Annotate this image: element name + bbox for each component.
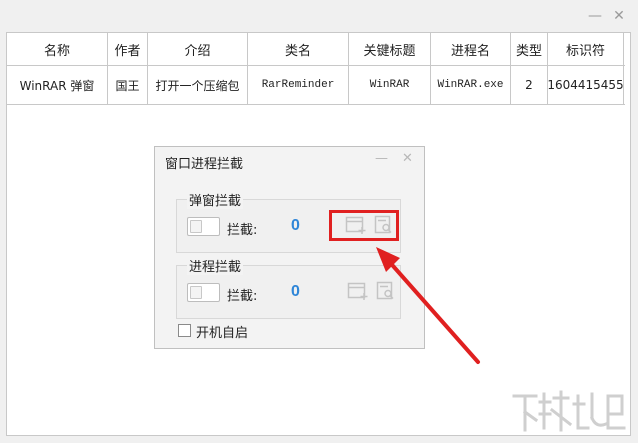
process-intercept-group: 进程拦截 拦截: 0 [176,256,401,319]
cell-name: WinRAR 弹窗 [7,66,108,104]
highlight-box [329,210,399,241]
column-header-description[interactable]: 介绍 [148,33,248,65]
window-process-intercept-dialog: 窗口进程拦截 — ✕ 弹窗拦截 拦截: 0 进程拦截 拦截: 0 开机自启 [154,146,425,349]
column-header-process-name[interactable]: 进程名 [431,33,511,65]
cell-type: 2 [511,66,548,104]
column-header-key-title[interactable]: 关键标题 [349,33,431,65]
column-header-type[interactable]: 类型 [511,33,548,65]
dialog-close-button[interactable]: ✕ [402,151,413,166]
column-header-name[interactable]: 名称 [7,33,108,65]
process-intercept-count: 0 [291,283,300,300]
process-intercept-toggle[interactable] [187,283,220,302]
site-watermark-logo [512,390,626,432]
toggle-knob [190,286,202,299]
cell-process-name: WinRAR.exe [431,66,511,104]
dialog-title: 窗口进程拦截 [165,157,244,172]
toggle-knob [190,220,202,233]
popup-intercept-label: 拦截: [227,223,258,238]
popup-intercept-group-label: 弹窗拦截 [187,190,244,209]
find-process-icon[interactable] [375,281,397,301]
cell-identifier: 1604415455 [548,66,624,104]
title-bar: — ✕ [0,0,638,32]
cell-key-title: WinRAR [349,66,431,104]
close-button[interactable]: ✕ [611,8,627,24]
column-header-class-name[interactable]: 类名 [248,33,349,65]
add-rule-icon[interactable] [347,281,369,301]
minimize-button[interactable]: — [587,8,603,24]
cell-description: 打开一个压缩包 [148,66,248,104]
cell-class-name: RarReminder [248,66,349,104]
process-intercept-actions [341,281,399,303]
popup-intercept-count: 0 [291,217,300,234]
dialog-minimize-button[interactable]: — [375,151,388,166]
row-divider [7,104,625,105]
autostart-label: 开机自启 [196,326,249,341]
column-header-identifier[interactable]: 标识符 [548,33,624,65]
column-header-author[interactable]: 作者 [108,33,148,65]
autostart-checkbox[interactable] [178,324,191,337]
cell-author: 国王 [108,66,148,104]
popup-intercept-toggle[interactable] [187,217,220,236]
process-intercept-group-label: 进程拦截 [187,256,244,275]
process-intercept-label: 拦截: [227,289,258,304]
